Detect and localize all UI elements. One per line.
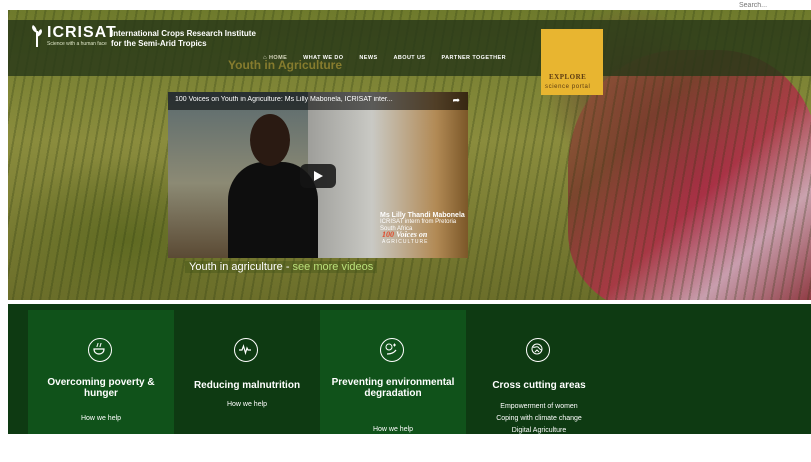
organization-name: International Crops Research Institute f… <box>111 29 256 49</box>
share-icon[interactable]: ➦ <box>452 95 460 106</box>
brand-word: Voices on <box>396 230 428 239</box>
speaker-name: Ms Lilly Thandi Mabonela <box>380 212 465 219</box>
focus-areas-section: Overcoming poverty & hunger How we help … <box>8 304 811 440</box>
org-name-line1: International Crops Research Institute <box>111 29 256 38</box>
panel-title: Reducing malnutrition <box>193 380 301 391</box>
nav-news[interactable]: NEWS <box>359 55 377 61</box>
search-input[interactable] <box>739 0 803 10</box>
panel-cross-cutting-areas[interactable]: Cross cutting areas Empowerment of women… <box>466 310 612 440</box>
panel-title: Cross cutting areas <box>492 380 586 391</box>
voices-brand-mark: 100 Voices on AGRICULTURE <box>382 230 428 245</box>
empowerment-of-women-link[interactable]: Empowerment of women <box>472 401 606 413</box>
logo-name: ICRISAT <box>47 24 117 41</box>
plant-logo-icon <box>30 25 44 47</box>
video-player[interactable]: 100 Voices on Youth in Agriculture: Ms L… <box>168 92 468 258</box>
video-title[interactable]: 100 Voices on Youth in Agriculture: Ms L… <box>175 96 445 103</box>
nav-about-us[interactable]: ABOUT US <box>394 55 426 61</box>
speaker-role: ICRISAT intern from Pretoria <box>380 219 457 225</box>
hero-ghost-title: Youth in Agriculture <box>228 58 342 72</box>
caption-text: Youth in agriculture - <box>189 261 293 273</box>
play-button[interactable] <box>300 164 336 188</box>
video-caption: Youth in agriculture - see more videos <box>185 261 378 273</box>
brand-sub: AGRICULTURE <box>382 239 429 245</box>
globe-icon <box>526 338 550 362</box>
panel-environmental-degradation[interactable]: Preventing environmental degradation How… <box>320 310 466 440</box>
pulse-icon <box>234 338 258 362</box>
explore-label: EXPLORE <box>549 73 587 81</box>
panel-link-list: Empowerment of women Coping with climate… <box>472 401 606 437</box>
how-we-help-link[interactable]: How we help <box>180 401 314 408</box>
leaf-cloud-icon <box>380 338 404 362</box>
nav-partner-together[interactable]: PARTNER TOGETHER <box>441 55 506 61</box>
brand-number: 100 <box>382 230 394 239</box>
how-we-help-link[interactable]: How we help <box>326 426 460 433</box>
coping-with-climate-change-link[interactable]: Coping with climate change <box>472 413 606 425</box>
how-we-help-link[interactable]: How we help <box>34 415 168 422</box>
page-bottom-edge <box>0 434 811 462</box>
science-portal-label: science portal <box>545 84 591 90</box>
explore-science-portal-button[interactable]: EXPLORE science portal <box>541 29 603 95</box>
bowl-icon <box>88 338 112 362</box>
see-more-videos-link[interactable]: see more videos <box>293 261 374 273</box>
play-icon <box>314 171 323 181</box>
video-title-bar: 100 Voices on Youth in Agriculture: Ms L… <box>168 92 468 110</box>
panel-poverty-hunger[interactable]: Overcoming poverty & hunger How we help <box>28 310 174 440</box>
logo-tagline: Science with a human face <box>47 41 107 47</box>
panel-malnutrition[interactable]: Reducing malnutrition How we help <box>174 310 320 440</box>
panel-title: Preventing environmental degradation <box>331 377 455 399</box>
org-name-line2: for the Semi-Arid Tropics <box>111 39 207 48</box>
site-header: ICRISAT Science with a human face Intern… <box>8 20 811 95</box>
panel-title: Overcoming poverty & hunger <box>47 377 155 399</box>
top-search-strip <box>0 0 811 10</box>
icrisat-logo[interactable]: ICRISAT Science with a human face <box>30 25 117 47</box>
